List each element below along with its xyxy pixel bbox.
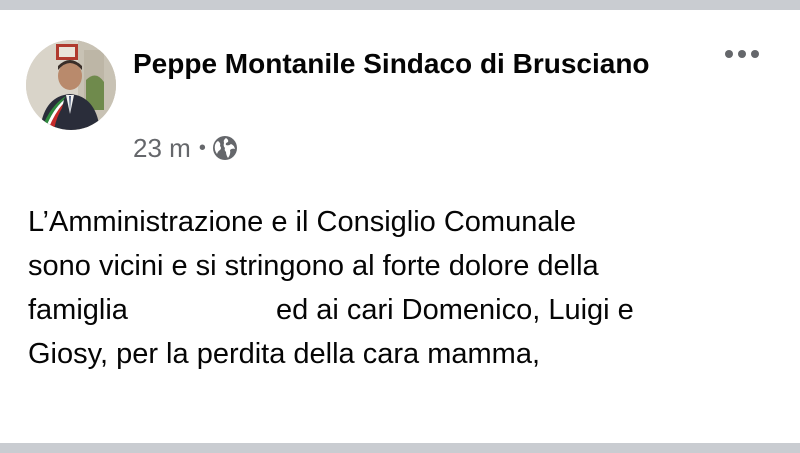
post-meta: 23 m •: [133, 133, 238, 163]
post-text-line: famiglia ed ai cari Domenico, Luigi e: [28, 288, 788, 332]
post-timestamp[interactable]: 23 m: [133, 133, 191, 164]
post-text-fragment: famiglia: [28, 294, 128, 326]
post-text-fragment: ed ai cari Domenico, Luigi e: [275, 294, 634, 326]
more-dots-icon: [725, 50, 733, 58]
post-author-name[interactable]: Peppe Montanile Sindaco di Brusciano: [133, 44, 693, 84]
feed-divider: [0, 443, 800, 453]
post-text-line: L’Amministrazione e il Consiglio Comunal…: [28, 206, 577, 238]
globe-icon[interactable]: [212, 135, 238, 161]
post-text-line: sono vicini e si stringono al forte dolo…: [28, 250, 599, 282]
meta-separator: •: [198, 136, 206, 159]
more-dots-icon-dot: [751, 50, 759, 58]
post-body: L’Amministrazione e il Consiglio Comunal…: [28, 200, 788, 376]
more-options-button[interactable]: [714, 40, 770, 68]
post-text-line: Giosy, per la perdita della cara mamma,: [28, 338, 541, 370]
more-dots-icon-dot: [738, 50, 746, 58]
avatar-photo: [26, 40, 116, 130]
author-avatar[interactable]: [26, 40, 116, 130]
post-card: Peppe Montanile Sindaco di Brusciano 23 …: [0, 10, 800, 443]
